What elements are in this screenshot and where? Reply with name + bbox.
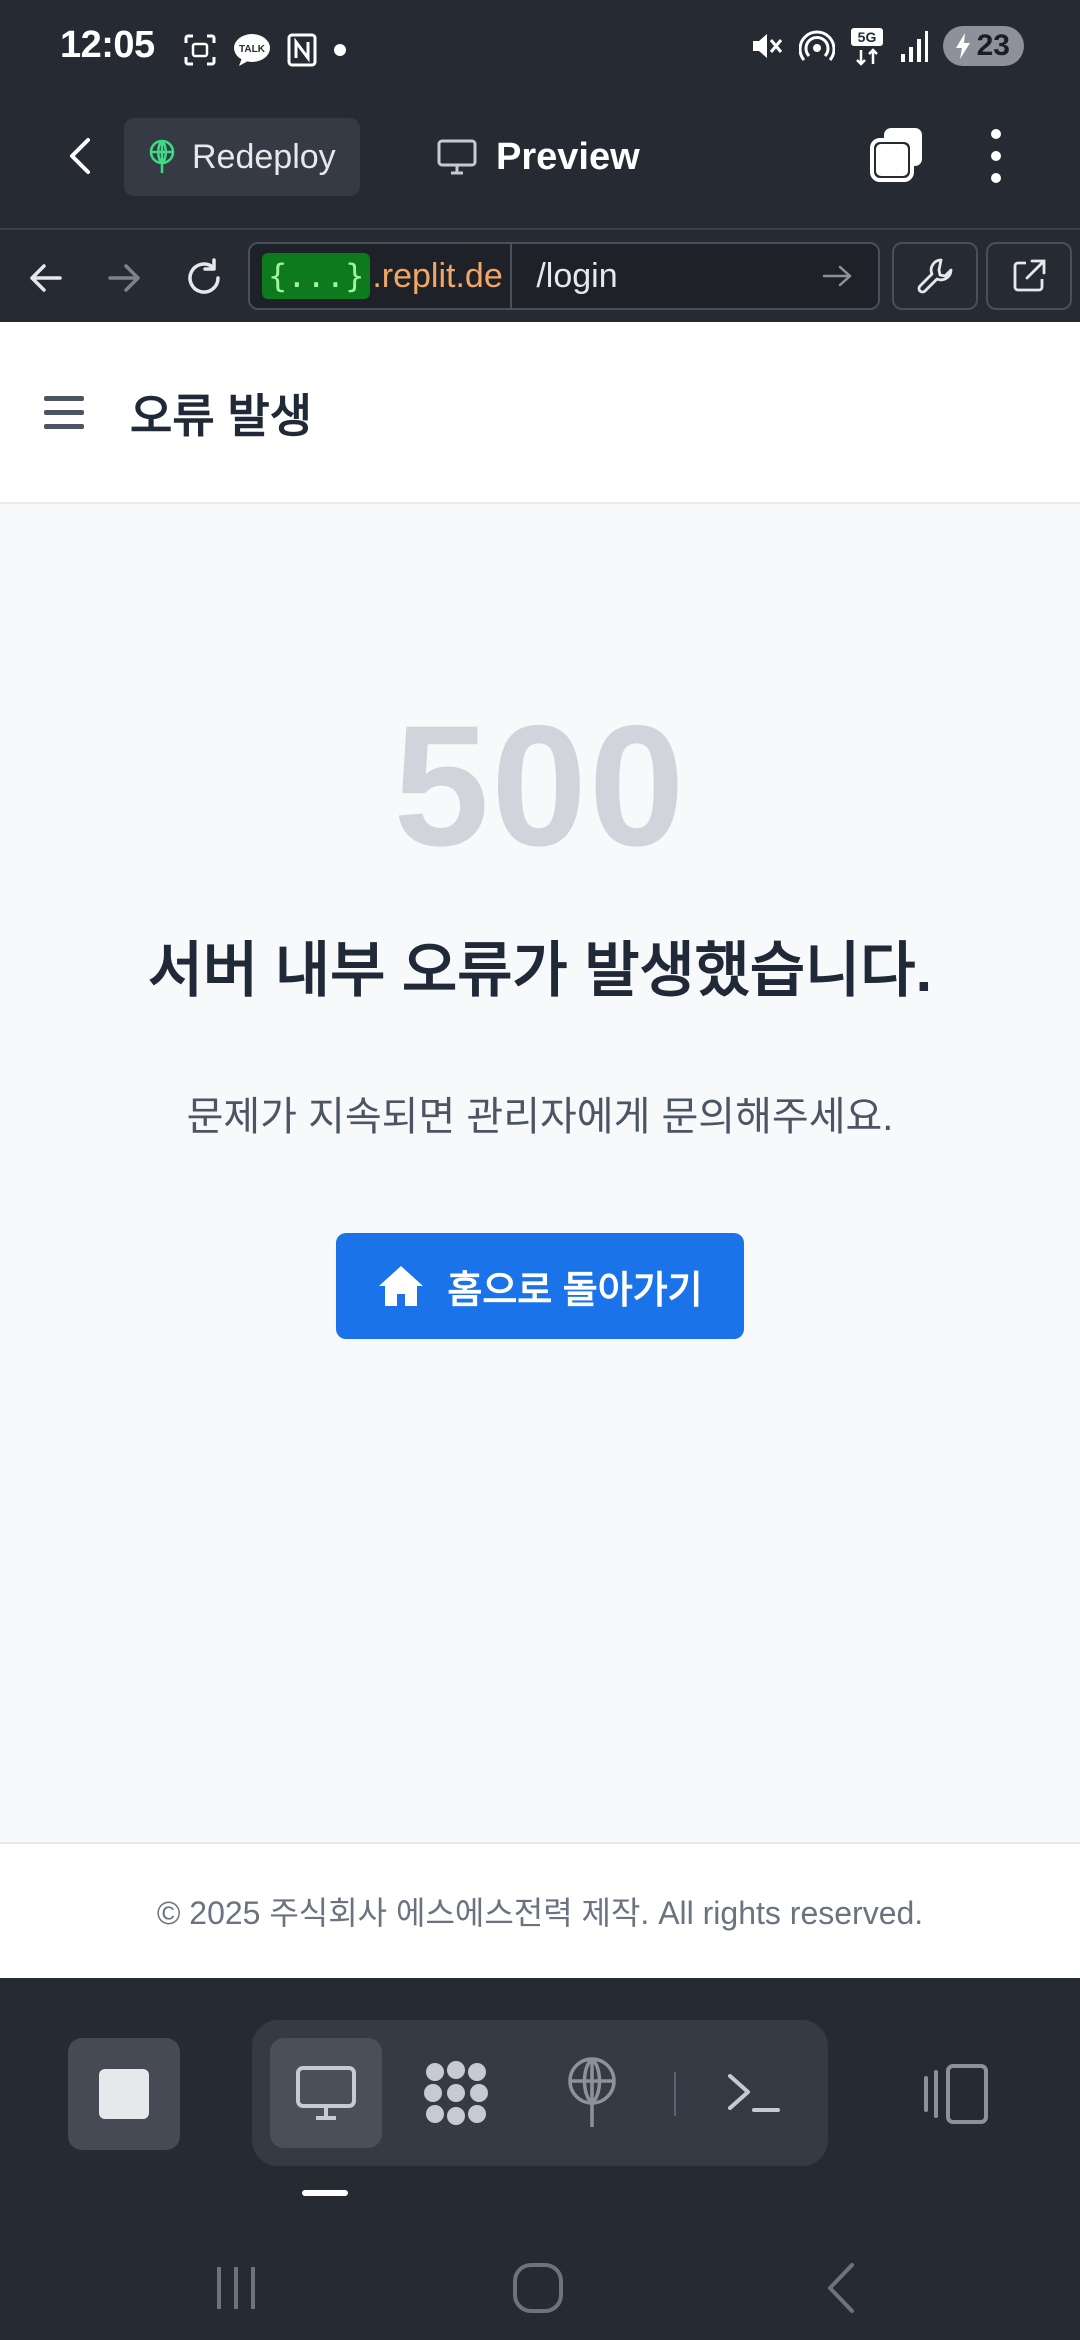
stop-button[interactable]	[68, 2038, 180, 2150]
recents-button[interactable]	[196, 2256, 276, 2320]
home-button[interactable]: 홈으로 돌아가기	[336, 1233, 744, 1339]
back-nav-button[interactable]	[800, 2256, 880, 2320]
error-title: 서버 내부 오류가 발생했습니다.	[147, 937, 933, 1004]
workspace-tool-button[interactable]	[400, 2038, 512, 2148]
deploy-icon	[149, 139, 175, 173]
url-badge: {...}	[262, 253, 371, 299]
go-arrow-icon[interactable]	[812, 256, 862, 296]
devtools-button[interactable]	[892, 242, 978, 310]
deploy-tool-button[interactable]	[536, 2038, 648, 2148]
deploy-icon	[568, 2057, 616, 2127]
active-tab-indicator	[302, 2190, 348, 2196]
screenshot-icon	[184, 34, 216, 66]
shell-tool-button[interactable]	[698, 2038, 810, 2148]
back-nav-icon	[828, 2263, 854, 2313]
mute-icon	[752, 34, 782, 58]
5g-icon: 5G	[850, 28, 883, 66]
svg-text:5G: 5G	[857, 29, 876, 45]
charging-bolt-icon	[955, 33, 970, 59]
preview-tool-button[interactable]	[270, 2038, 382, 2148]
recents-icon	[217, 2267, 255, 2309]
workspace-icon	[424, 2061, 488, 2125]
dot-icon	[334, 44, 346, 56]
redeploy-button[interactable]: Redeploy	[124, 118, 360, 196]
error-code: 500	[393, 690, 687, 882]
shell-icon	[728, 2074, 780, 2112]
hamburger-menu-icon[interactable]	[44, 392, 84, 432]
reload-icon	[188, 258, 220, 294]
page-footer: © 2025 주식회사 에스에스전력 제작. All rights reserv…	[0, 1842, 1080, 1978]
url-field[interactable]: {...} .replit.de /login	[248, 242, 880, 310]
arrow-right-icon	[108, 264, 140, 292]
tool-divider	[674, 2072, 676, 2116]
home-button-label: 홈으로 돌아가기	[447, 1269, 703, 1312]
error-message: 문제가 지속되면 관리자에게 문의해주세요.	[186, 1095, 894, 1139]
system-navigation-bar	[0, 2236, 1080, 2340]
panel-icon[interactable]	[922, 2062, 992, 2126]
app-header: Redeploy Preview	[0, 88, 1080, 228]
preview-icon	[296, 2066, 356, 2120]
url-domain: .replit.de	[372, 256, 503, 295]
reload-button[interactable]	[176, 250, 232, 306]
more-options-icon[interactable]	[976, 124, 1016, 188]
preview-tab[interactable]: Preview	[436, 118, 640, 196]
redeploy-label: Redeploy	[192, 137, 336, 176]
footer-copyright: © 2025 주식회사 에스에스전력 제작. All rights reserv…	[156, 1895, 924, 1931]
url-toolbar: {...} .replit.de /login	[0, 228, 1080, 322]
external-link-icon	[1013, 259, 1046, 292]
status-bar: 12:05 TALK 5G 23	[0, 0, 1080, 88]
status-right-icons: 5G 23	[749, 24, 1024, 68]
browser-back-button[interactable]	[18, 250, 74, 306]
monitor-icon	[437, 139, 477, 175]
tabs-icon[interactable]	[866, 124, 926, 184]
home-nav-icon	[513, 2263, 563, 2313]
open-external-button[interactable]	[986, 242, 1072, 310]
page-title: 오류 발생	[130, 390, 313, 442]
preview-label: Preview	[496, 135, 640, 178]
page-header: 오류 발생	[0, 322, 1080, 504]
status-time: 12:05	[60, 24, 155, 66]
svg-text:TALK: TALK	[239, 44, 266, 55]
battery-level: 23	[976, 29, 1010, 62]
stop-icon	[99, 2069, 149, 2119]
browser-forward-button[interactable]	[96, 250, 152, 306]
nfc-icon	[287, 33, 317, 67]
home-icon	[379, 1266, 424, 1306]
tool-group	[252, 2020, 828, 2166]
battery-indicator: 23	[942, 26, 1024, 66]
wrench-icon	[917, 258, 953, 294]
hotspot-icon	[798, 30, 835, 61]
back-icon[interactable]	[56, 130, 108, 182]
signal-icon	[900, 31, 928, 62]
arrow-left-icon	[30, 264, 62, 292]
talk-icon: TALK	[234, 34, 270, 66]
status-left-icons: TALK	[182, 30, 348, 70]
url-path[interactable]: /login	[512, 257, 812, 296]
home-nav-button[interactable]	[498, 2256, 578, 2320]
